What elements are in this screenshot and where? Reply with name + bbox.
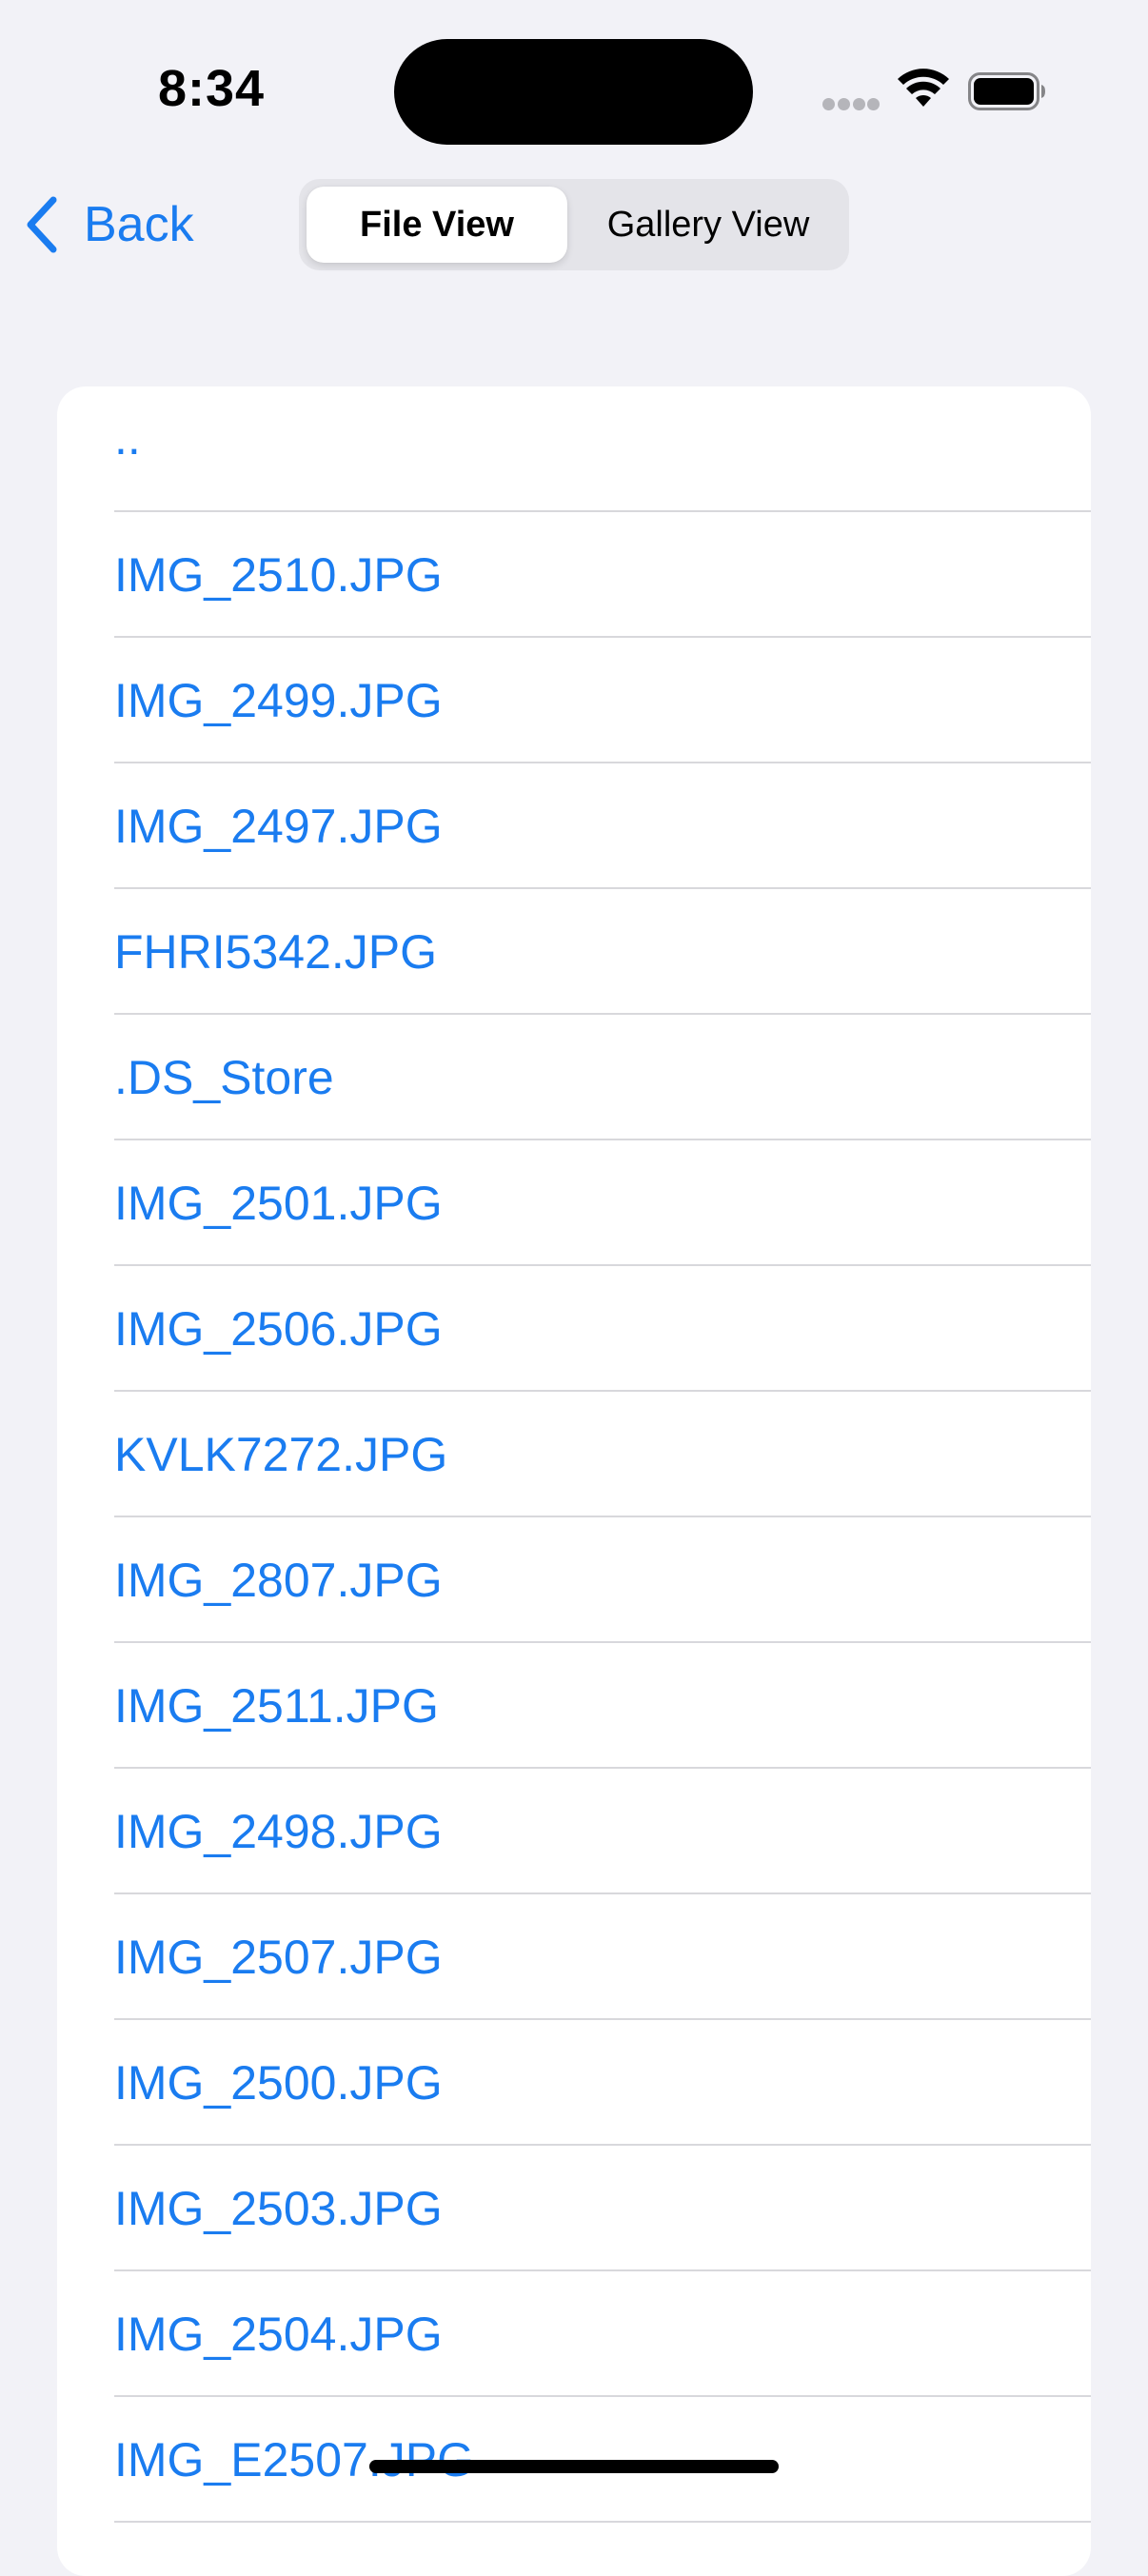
segment-file-view[interactable]: File View	[307, 187, 567, 263]
list-item[interactable]: IMG_2510.JPG	[57, 512, 1091, 638]
dynamic-island	[394, 39, 753, 145]
file-name: KVLK7272.JPG	[114, 1428, 448, 1481]
file-name: IMG_2497.JPG	[114, 800, 443, 853]
list-item[interactable]: IMG_2504.JPG	[57, 2271, 1091, 2397]
status-bar: 8:34	[0, 0, 1148, 181]
list-item[interactable]: IMG_2500.JPG	[57, 2020, 1091, 2146]
file-name: IMG_2511.JPG	[114, 1679, 439, 1733]
file-list: .. IMG_2510.JPG IMG_2499.JPG IMG_2497.JP…	[57, 386, 1091, 2576]
file-name: IMG_2498.JPG	[114, 1805, 443, 1858]
file-name: IMG_2807.JPG	[114, 1554, 443, 1607]
status-time: 8:34	[158, 60, 266, 117]
file-name: IMG_2499.JPG	[114, 674, 443, 727]
file-name: IMG_2504.JPG	[114, 2308, 443, 2361]
back-label: Back	[84, 197, 194, 252]
battery-icon	[968, 72, 1045, 110]
file-name: IMG_2506.JPG	[114, 1302, 443, 1356]
list-item[interactable]: IMG_2506.JPG	[57, 1266, 1091, 1392]
list-item[interactable]: IMG_2807.JPG	[57, 1517, 1091, 1643]
wifi-icon	[898, 69, 949, 107]
file-name: FHRI5342.JPG	[114, 925, 438, 979]
list-item[interactable]: FHRI5342.JPG	[57, 889, 1091, 1015]
file-name: .DS_Store	[114, 1051, 334, 1104]
list-item[interactable]: IMG_2507.JPG	[57, 1894, 1091, 2020]
file-name: IMG_2507.JPG	[114, 1931, 443, 1984]
list-item[interactable]: IMG_2497.JPG	[57, 763, 1091, 889]
list-item[interactable]: IMG_2499.JPG	[57, 638, 1091, 763]
view-mode-segmented-control: File View Gallery View	[299, 179, 849, 270]
list-item[interactable]: IMG_2498.JPG	[57, 1769, 1091, 1894]
file-name: ..	[114, 411, 141, 465]
list-item[interactable]: KVLK7272.JPG	[57, 1392, 1091, 1517]
home-indicator	[369, 2460, 779, 2473]
file-name: IMG_2500.JPG	[114, 2056, 443, 2110]
list-item[interactable]: IMG_2501.JPG	[57, 1140, 1091, 1266]
segment-gallery-view[interactable]: Gallery View	[575, 187, 841, 263]
file-name: IMG_2510.JPG	[114, 548, 443, 602]
cellular-signal-icon	[822, 98, 880, 111]
list-item[interactable]: IMG_2511.JPG	[57, 1643, 1091, 1769]
list-item[interactable]: .DS_Store	[57, 1015, 1091, 1140]
list-item-parent-directory[interactable]: ..	[57, 386, 1091, 512]
file-name: IMG_2501.JPG	[114, 1177, 443, 1230]
list-item[interactable]: IMG_2503.JPG	[57, 2146, 1091, 2271]
divider	[114, 2521, 1091, 2523]
chevron-left-icon	[27, 196, 57, 253]
back-button[interactable]: Back	[23, 190, 194, 259]
file-name: IMG_2503.JPG	[114, 2182, 443, 2235]
